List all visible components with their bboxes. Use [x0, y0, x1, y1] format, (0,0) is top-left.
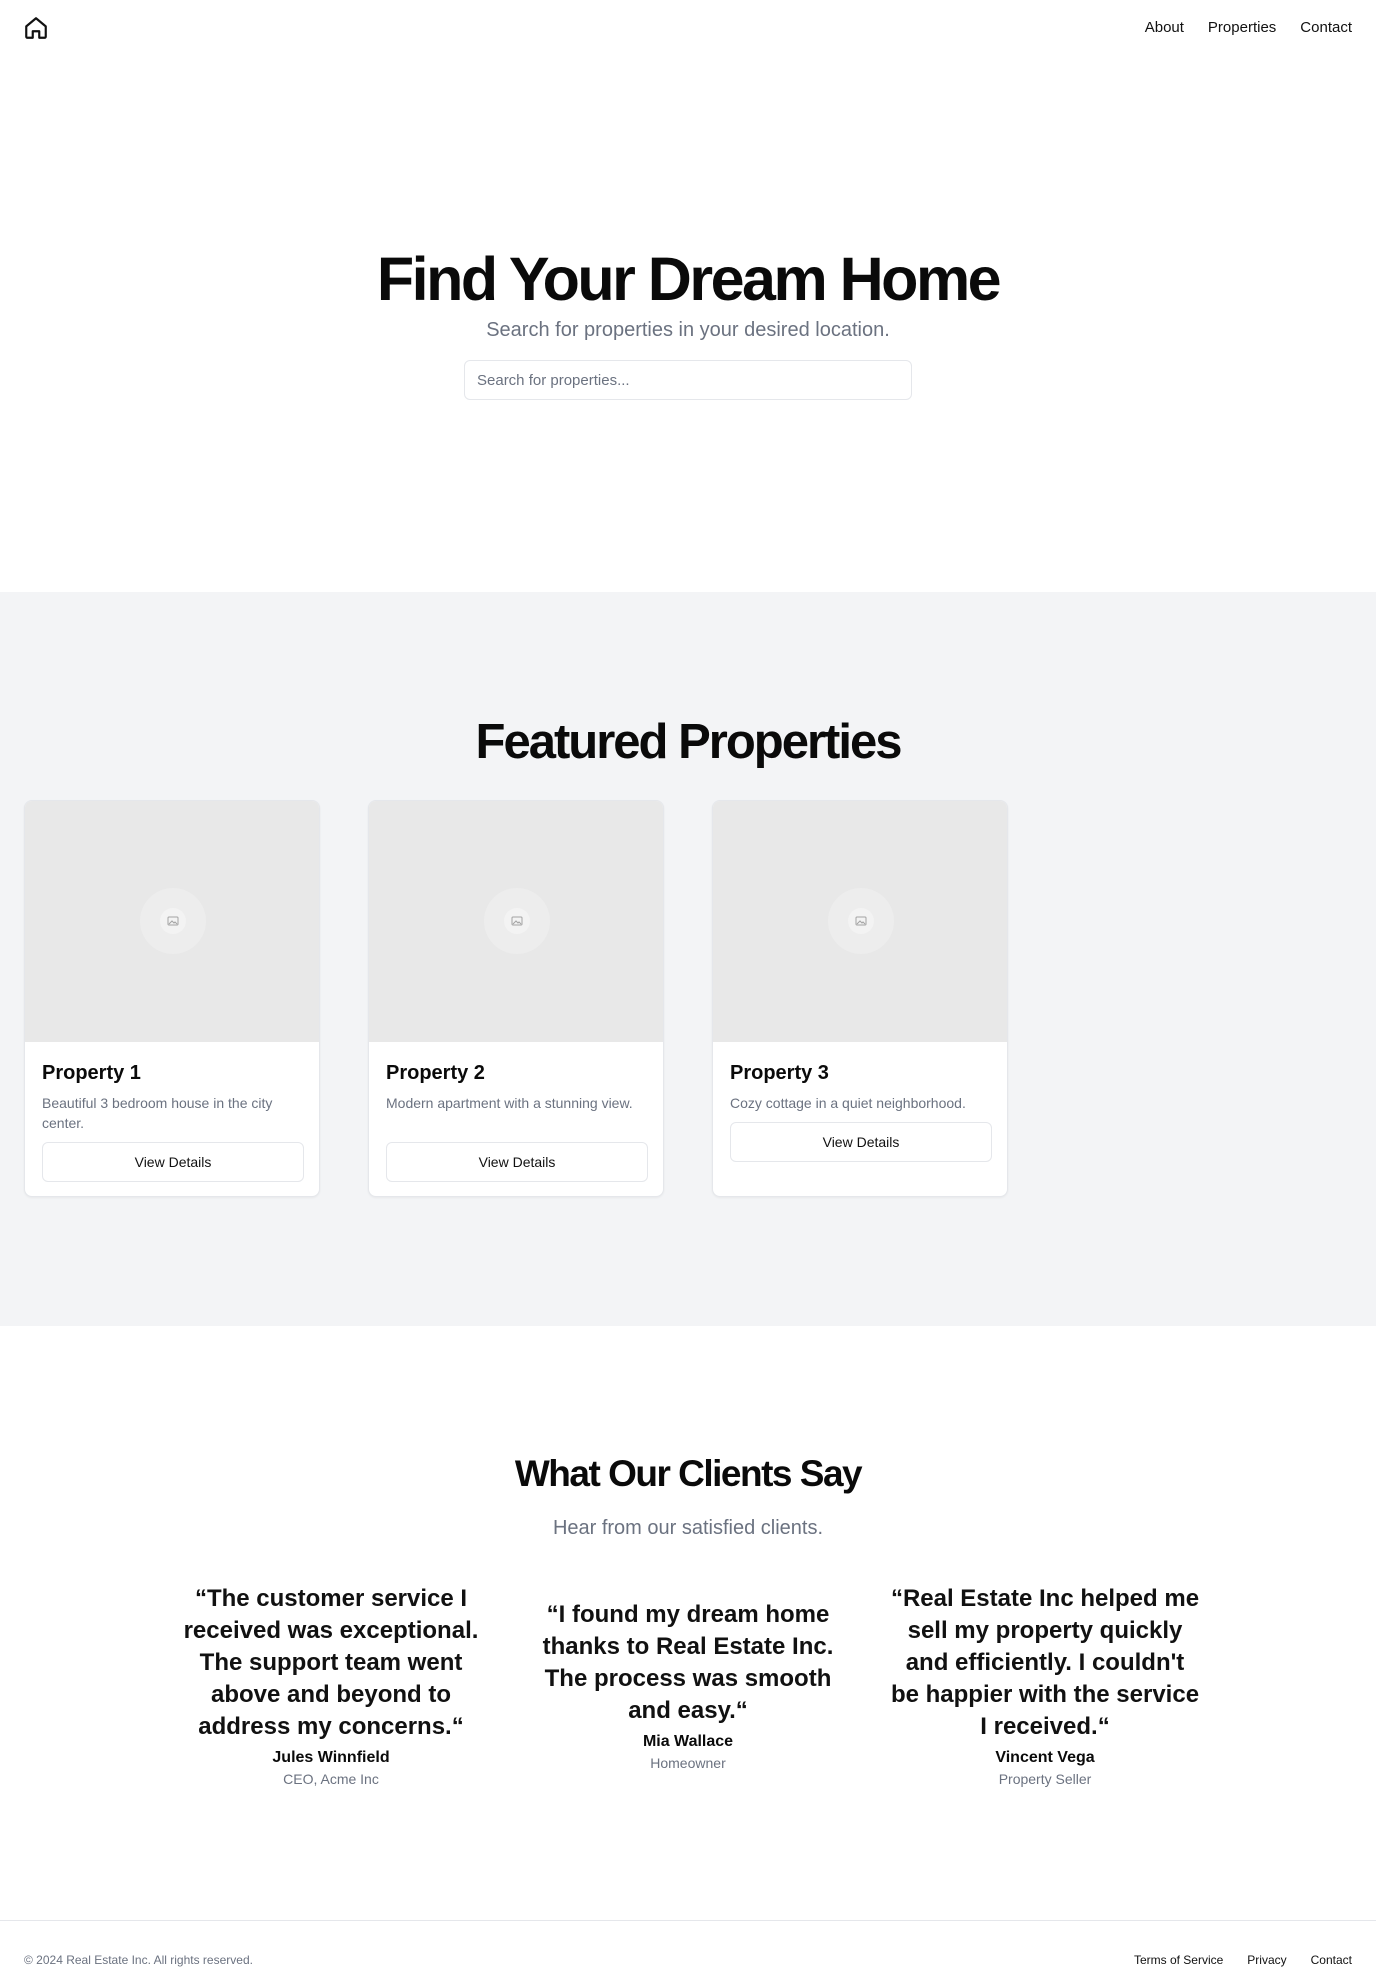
testimonials-subtitle: Hear from our satisfied clients. — [552, 1517, 824, 1539]
hero-title: Find Your Dream Home — [376, 245, 1002, 313]
property-description: Cozy cottage in a quiet neighborhood. — [730, 1095, 966, 1111]
property-search-input[interactable] — [464, 360, 912, 400]
view-details-button[interactable]: View Details — [730, 1122, 992, 1162]
testimonial: “Real Estate Inc helped me sell my prope… — [890, 1583, 1200, 1789]
view-details-button[interactable]: View Details — [42, 1142, 304, 1182]
property-title: Property 1 — [42, 1062, 141, 1084]
testimonial: “I found my dream home thanks to Real Es… — [533, 1599, 843, 1773]
nav-link-about[interactable]: About — [1145, 18, 1184, 38]
property-image — [25, 801, 319, 1042]
property-description: Modern apartment with a stunning view. — [386, 1095, 633, 1111]
testimonial: “The customer service I received was exc… — [176, 1583, 486, 1789]
property-image — [369, 801, 663, 1042]
property-card: Property 1 Beautiful 3 bedroom house in … — [24, 800, 320, 1197]
page-footer: © 2024 Real Estate Inc. All rights reser… — [0, 1920, 1376, 1985]
home-icon[interactable] — [23, 15, 49, 41]
property-description: Beautiful 3 bedroom house in the city ce… — [42, 1095, 273, 1131]
testimonial-role: Property Seller — [998, 1771, 1092, 1787]
testimonial-name: Jules Winnfield — [272, 1749, 390, 1766]
image-placeholder-icon — [855, 916, 867, 926]
property-title: Property 2 — [386, 1062, 485, 1084]
view-details-button[interactable]: View Details — [386, 1142, 648, 1182]
footer-link-terms[interactable]: Terms of Service — [1134, 1952, 1223, 1968]
testimonial-name: Vincent Vega — [995, 1749, 1095, 1766]
property-card: Property 2 Modern apartment with a stunn… — [368, 800, 664, 1197]
featured-title: Featured Properties — [475, 715, 903, 769]
hero-subtitle: Search for properties in your desired lo… — [486, 319, 890, 341]
testimonials-title: What Our Clients Say — [514, 1453, 863, 1494]
property-title: Property 3 — [730, 1062, 829, 1084]
footer-nav: Terms of Service Privacy Contact — [1134, 1952, 1352, 1968]
testimonial-name: Mia Wallace — [642, 1733, 734, 1750]
hero-section: Find Your Dream Home Search for properti… — [0, 56, 1376, 592]
nav-link-properties[interactable]: Properties — [1208, 18, 1276, 38]
image-placeholder-icon — [167, 916, 179, 926]
testimonial-quote: “I found my dream home thanks to Real Es… — [542, 1601, 834, 1724]
property-image — [713, 801, 1007, 1042]
testimonial-quote: “The customer service I received was exc… — [183, 1585, 479, 1740]
testimonial-quote: “Real Estate Inc helped me sell my prope… — [890, 1585, 1200, 1740]
testimonial-role: CEO, Acme Inc — [283, 1771, 379, 1787]
testimonials-section: What Our Clients Say Hear from our satis… — [0, 1326, 1376, 1920]
image-placeholder-icon — [511, 916, 523, 926]
main-nav: About Properties Contact — [1145, 18, 1352, 38]
nav-link-contact[interactable]: Contact — [1300, 18, 1352, 38]
featured-properties-section: Featured Properties Property 1 Beautiful… — [0, 592, 1376, 1326]
top-navbar: About Properties Contact — [0, 0, 1376, 56]
footer-link-contact[interactable]: Contact — [1311, 1952, 1352, 1968]
footer-link-privacy[interactable]: Privacy — [1247, 1952, 1286, 1968]
property-card: Property 3 Cozy cottage in a quiet neigh… — [712, 800, 1008, 1197]
testimonial-role: Homeowner — [650, 1755, 726, 1771]
copyright-text: © 2024 Real Estate Inc. All rights reser… — [24, 1953, 253, 1967]
